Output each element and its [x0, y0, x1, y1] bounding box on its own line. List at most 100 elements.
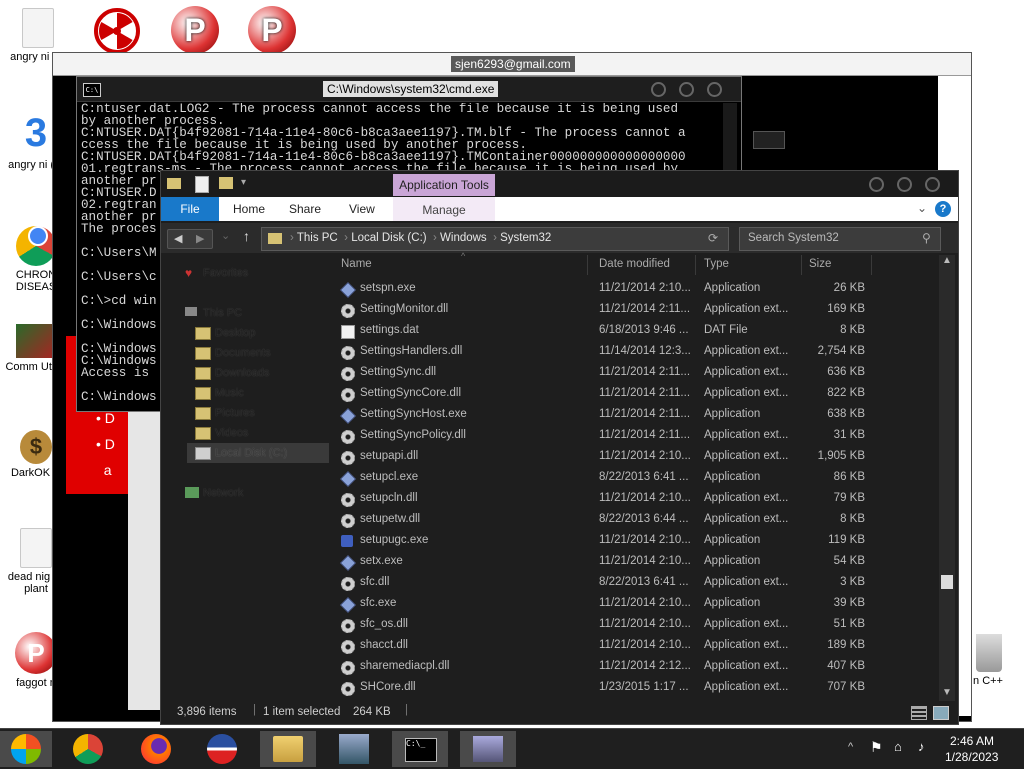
- network-tray-icon[interactable]: ⌂: [894, 739, 902, 754]
- column-type[interactable]: Type: [704, 258, 729, 270]
- clock-date[interactable]: 1/28/2023: [945, 750, 998, 764]
- nav-local-disk[interactable]: Local Disk (C:): [215, 447, 287, 459]
- folder-icon: [167, 178, 181, 189]
- start-button[interactable]: [0, 731, 52, 767]
- back-icon[interactable]: ◀: [174, 232, 182, 245]
- file-row[interactable]: SettingSyncCore.dll 11/21/2014 2:11... App…: [329, 384, 935, 405]
- tab-home[interactable]: Home: [233, 202, 265, 216]
- search-icon[interactable]: ⚲: [922, 231, 931, 245]
- taskbar-cmd[interactable]: C:\_: [392, 731, 448, 767]
- taskbar-chrome[interactable]: [60, 731, 116, 767]
- file-type: Application ext...: [704, 618, 789, 630]
- chrome-icon: [73, 734, 103, 764]
- column-date[interactable]: Date modified: [599, 258, 670, 270]
- nav-desktop[interactable]: Desktop: [215, 327, 255, 339]
- file-explorer-window[interactable]: ▾ Application Tools File Home Share View…: [160, 170, 959, 725]
- file-row[interactable]: sfc.exe 11/21/2014 2:10... Application 39 K…: [329, 594, 935, 615]
- nav-favorites[interactable]: Favorites: [203, 267, 248, 279]
- file-row[interactable]: shacct.dll 11/21/2014 2:10... Application …: [329, 636, 935, 657]
- refresh-icon[interactable]: ⟳: [708, 231, 718, 245]
- file-row[interactable]: setupcl.exe 8/22/2013 6:41 ... Application…: [329, 468, 935, 489]
- column-size[interactable]: Size: [809, 258, 831, 270]
- file-row[interactable]: sharemediacpl.dll 11/21/2014 2:12... Appli…: [329, 657, 935, 678]
- flag-icon[interactable]: ⚑: [870, 739, 883, 756]
- tab-manage[interactable]: Manage: [393, 197, 495, 221]
- taskbar-task-manager[interactable]: [460, 731, 516, 767]
- p-app-icon[interactable]: P: [248, 6, 296, 54]
- nav-pictures[interactable]: Pictures: [215, 407, 255, 419]
- file-row[interactable]: SettingMonitor.dll 11/21/2014 2:11... Appl…: [329, 300, 935, 321]
- recycle-bin-icon: [976, 634, 1002, 672]
- breadcrumb-this-pc[interactable]: This PC: [297, 232, 338, 244]
- file-list-scrollbar[interactable]: ▲ ▼: [939, 255, 955, 701]
- nav-this-pc[interactable]: This PC: [203, 307, 242, 319]
- gear-icon: [341, 577, 355, 591]
- search-input[interactable]: Search System32 ⚲: [739, 227, 941, 251]
- tray-chevron-icon[interactable]: ^: [848, 741, 853, 753]
- minimize-button[interactable]: [651, 82, 666, 97]
- file-row[interactable]: setspn.exe 11/21/2014 2:10... Application 2…: [329, 279, 935, 300]
- taskbar-file-explorer[interactable]: [260, 731, 316, 767]
- scrollbar-thumb[interactable]: [941, 575, 953, 589]
- tab-view[interactable]: View: [349, 202, 375, 216]
- properties-icon[interactable]: [195, 176, 209, 193]
- nav-downloads[interactable]: Downloads: [215, 367, 269, 379]
- column-divider[interactable]: [695, 255, 696, 275]
- column-divider[interactable]: [587, 255, 588, 275]
- nav-music[interactable]: Music: [215, 387, 244, 399]
- tab-file[interactable]: File: [161, 197, 219, 221]
- close-button[interactable]: [925, 177, 940, 192]
- file-row[interactable]: SettingSyncHost.exe 11/21/2014 2:11... App…: [329, 405, 935, 426]
- file-row[interactable]: SettingSyncPolicy.dll 11/21/2014 2:11... A…: [329, 426, 935, 447]
- file-row[interactable]: sfc.dll 8/22/2013 6:41 ... Application ext…: [329, 573, 935, 594]
- shield-icon: [16, 324, 56, 358]
- nav-network[interactable]: Network: [203, 487, 243, 499]
- breadcrumb-windows[interactable]: Windows: [440, 232, 487, 244]
- radiation-icon[interactable]: [94, 8, 140, 54]
- address-field[interactable]: › This PC › Local Disk (C:) › Windows › …: [261, 227, 729, 251]
- file-row[interactable]: setupetw.dll 8/22/2013 6:44 ... Applicatio…: [329, 510, 935, 531]
- close-button[interactable]: [707, 82, 722, 97]
- help-icon[interactable]: ?: [935, 201, 951, 217]
- scroll-up-icon[interactable]: ▲: [942, 255, 952, 266]
- file-size: 3 KB: [840, 576, 865, 588]
- breadcrumb-local-disk[interactable]: Local Disk (C:): [351, 232, 426, 244]
- file-row[interactable]: setx.exe 11/21/2014 2:10... Application 54 …: [329, 552, 935, 573]
- explorer-titlebar[interactable]: ▾ Application Tools: [161, 171, 958, 197]
- maximize-button[interactable]: [679, 82, 694, 97]
- taskbar-obama-logo[interactable]: [194, 731, 250, 767]
- details-view-icon[interactable]: [911, 706, 927, 720]
- file-row[interactable]: SettingsHandlers.dll 11/14/2014 12:3... Ap…: [329, 342, 935, 363]
- file-row[interactable]: setupugc.exe 11/21/2014 2:10... Applicatio…: [329, 531, 935, 552]
- file-row[interactable]: setupcln.dll 11/21/2014 2:10... Applicatio…: [329, 489, 935, 510]
- nav-documents[interactable]: Documents: [215, 347, 271, 359]
- clock-time[interactable]: 2:46 AM: [950, 734, 994, 748]
- chevron-down-icon[interactable]: ⌄: [917, 201, 927, 215]
- taskbar-firefox[interactable]: [128, 731, 184, 767]
- tab-share[interactable]: Share: [289, 202, 321, 216]
- new-folder-icon[interactable]: [219, 177, 233, 189]
- breadcrumb-system32[interactable]: System32: [500, 232, 551, 244]
- file-row[interactable]: settings.dat 6/18/2013 9:46 ... DAT File 8 …: [329, 321, 935, 342]
- chevron-down-icon[interactable]: ▾: [241, 177, 246, 188]
- nav-videos[interactable]: Videos: [215, 427, 248, 439]
- file-row[interactable]: SettingSync.dll 11/21/2014 2:11... Applica…: [329, 363, 935, 384]
- maximize-button[interactable]: [897, 177, 912, 192]
- file-row[interactable]: SHCore.dll 1/23/2015 1:17 ... Application …: [329, 678, 935, 699]
- file-row[interactable]: setupapi.dll 11/21/2014 2:10... Applicatio…: [329, 447, 935, 468]
- volume-icon[interactable]: ♪: [918, 739, 925, 754]
- scroll-down-icon[interactable]: ▼: [942, 687, 952, 698]
- cmd-titlebar[interactable]: C:\ C:\Windows\system32\cmd.exe: [77, 77, 741, 102]
- minimize-button[interactable]: [869, 177, 884, 192]
- column-name[interactable]: Name: [341, 258, 372, 270]
- up-arrow-icon[interactable]: ↑: [243, 228, 250, 244]
- taskbar-network-app[interactable]: [326, 731, 382, 767]
- column-divider[interactable]: [801, 255, 802, 275]
- p-app-icon[interactable]: P: [171, 6, 219, 54]
- forward-icon[interactable]: ▶: [196, 232, 204, 245]
- background-window-titlebar[interactable]: sjen6293@gmail.com: [53, 53, 971, 76]
- column-divider[interactable]: [871, 255, 872, 275]
- file-row[interactable]: sfc_os.dll 11/21/2014 2:10... Application …: [329, 615, 935, 636]
- recent-chevron-icon[interactable]: ⌄: [221, 229, 230, 242]
- large-icons-view-icon[interactable]: [933, 706, 949, 720]
